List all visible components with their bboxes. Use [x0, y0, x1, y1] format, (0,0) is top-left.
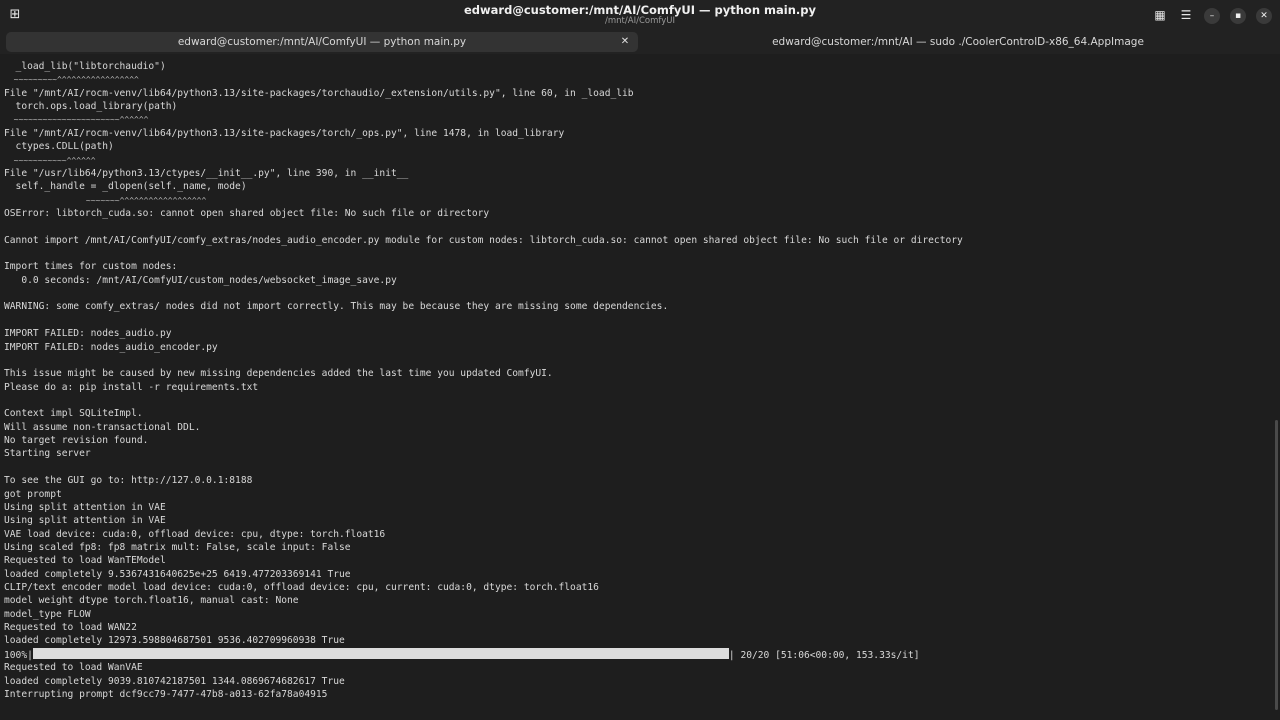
terminal-line: IMPORT FAILED: nodes_audio_encoder.py — [4, 341, 218, 353]
progress-bar — [32, 647, 729, 659]
terminal-line: Using split attention in VAE — [4, 501, 166, 513]
terminal-line: Requested to load WanTEModel — [4, 555, 166, 567]
tab-close-icon[interactable]: ✕ — [618, 32, 632, 52]
progress-suffix: | 20/20 [51:06<00:00, 153.33s/it] — [728, 649, 920, 661]
terminal-line: torch.ops.load_library(path) — [4, 101, 178, 113]
terminal-line: ~~~~~~~~~^^^^^^^^^^^^^^^^^ — [4, 75, 139, 85]
terminal-line: self._handle = _dlopen(self._name, mode) — [4, 181, 247, 193]
terminal-line: Requested to load WanVAE — [4, 662, 143, 674]
tab-label: edward@customer:/mnt/AI/ComfyUI — python… — [177, 36, 467, 48]
terminal-line: ctypes.CDLL(path) — [4, 141, 114, 153]
tab-coolercontrol[interactable]: edward@customer:/mnt/AI — sudo ./CoolerC… — [642, 32, 1274, 52]
terminal-line: 0.0 seconds: /mnt/AI/ComfyUI/custom_node… — [4, 274, 397, 286]
terminal-line: Starting server — [4, 448, 91, 460]
terminal-line: OSError: libtorch_cuda.so: cannot open s… — [4, 207, 490, 219]
window-title: edward@customer:/mnt/AI/ComfyUI — python… — [464, 3, 816, 17]
tab-bar: edward@customer:/mnt/AI/ComfyUI — python… — [0, 30, 1280, 54]
tab-label: edward@customer:/mnt/AI — sudo ./CoolerC… — [772, 36, 1144, 48]
terminal-line: Cannot import /mnt/AI/ComfyUI/comfy_extr… — [4, 234, 963, 246]
terminal-line: model_type FLOW — [4, 608, 91, 620]
terminal-line: ~~~~~~~^^^^^^^^^^^^^^^^^^ — [4, 195, 207, 205]
terminal-line: Context impl SQLiteImpl. — [4, 408, 143, 420]
window-controls: ▦ ☰ – ▪ ✕ — [1150, 5, 1274, 25]
minimize-button[interactable]: – — [1202, 5, 1222, 25]
title-bar: ⊞ edward@customer:/mnt/AI/ComfyUI — pyth… — [0, 0, 1280, 30]
terminal-line: ~~~~~~~~~~~^^^^^^ — [4, 155, 96, 165]
terminal-line: Will assume non-transactional DDL. — [4, 421, 201, 433]
terminal-line: loaded completely 12973.598804687501 953… — [4, 635, 345, 647]
terminal-line: VAE load device: cuda:0, offload device:… — [4, 528, 386, 540]
progress-percent: 100%| — [4, 649, 33, 661]
terminal-line: To see the GUI go to: http://127.0.0.1:8… — [4, 475, 253, 487]
terminal-line: ~~~~~~~~~~~~~~~~~~~~~~^^^^^^ — [4, 115, 149, 125]
terminal-line: CLIP/text encoder model load device: cud… — [4, 582, 599, 594]
terminal-line: File "/usr/lib64/python3.13/ctypes/__ini… — [4, 167, 409, 179]
terminal-line: loaded completely 9039.810742187501 1344… — [4, 675, 345, 687]
terminal-output[interactable]: _load_lib("libtorchaudio") ~~~~~~~~~^^^^… — [4, 60, 1266, 716]
terminal-line: got prompt — [4, 488, 62, 500]
terminal-line: File "/mnt/AI/rocm-venv/lib64/python3.13… — [4, 87, 634, 99]
maximize-button[interactable]: ▪ — [1228, 5, 1248, 25]
terminal-line: loaded completely 9.5367431640625e+25 64… — [4, 568, 351, 580]
terminal-line: Please do a: pip install -r requirements… — [4, 381, 259, 393]
terminal-line: Requested to load WAN22 — [4, 622, 137, 634]
progress-line: 100%| | 20/20 [51:06<00:00, 153.33s/it] — [4, 647, 1266, 661]
terminal-line: model weight dtype torch.float16, manual… — [4, 595, 299, 607]
terminal-line: Interrupting prompt dcf9cc79-7477-47b8-a… — [4, 688, 328, 700]
terminal-line: Using split attention in VAE — [4, 515, 166, 527]
scrollbar[interactable] — [1275, 420, 1278, 710]
terminal-line: No target revision found. — [4, 435, 149, 447]
terminal-line: File "/mnt/AI/rocm-venv/lib64/python3.13… — [4, 127, 565, 139]
close-icon: ✕ — [1256, 8, 1272, 24]
terminal-line: Using scaled fp8: fp8 matrix mult: False… — [4, 541, 351, 553]
tab-comfyui[interactable]: edward@customer:/mnt/AI/ComfyUI — python… — [6, 32, 638, 52]
terminal-line: WARNING: some comfy_extras/ nodes did no… — [4, 301, 669, 313]
terminal-line: This issue might be caused by new missin… — [4, 368, 553, 380]
hamburger-icon[interactable]: ☰ — [1176, 5, 1196, 25]
terminal-line: Import times for custom nodes: — [4, 261, 178, 273]
terminal-line: IMPORT FAILED: nodes_audio.py — [4, 328, 172, 340]
grid-icon[interactable]: ▦ — [1150, 5, 1170, 25]
minimize-icon: – — [1204, 8, 1220, 24]
maximize-icon: ▪ — [1230, 8, 1246, 24]
terminal-line: _load_lib("libtorchaudio") — [4, 61, 166, 72]
close-button[interactable]: ✕ — [1254, 5, 1274, 25]
window-subtitle: /mnt/AI/ComfyUI — [605, 16, 675, 26]
